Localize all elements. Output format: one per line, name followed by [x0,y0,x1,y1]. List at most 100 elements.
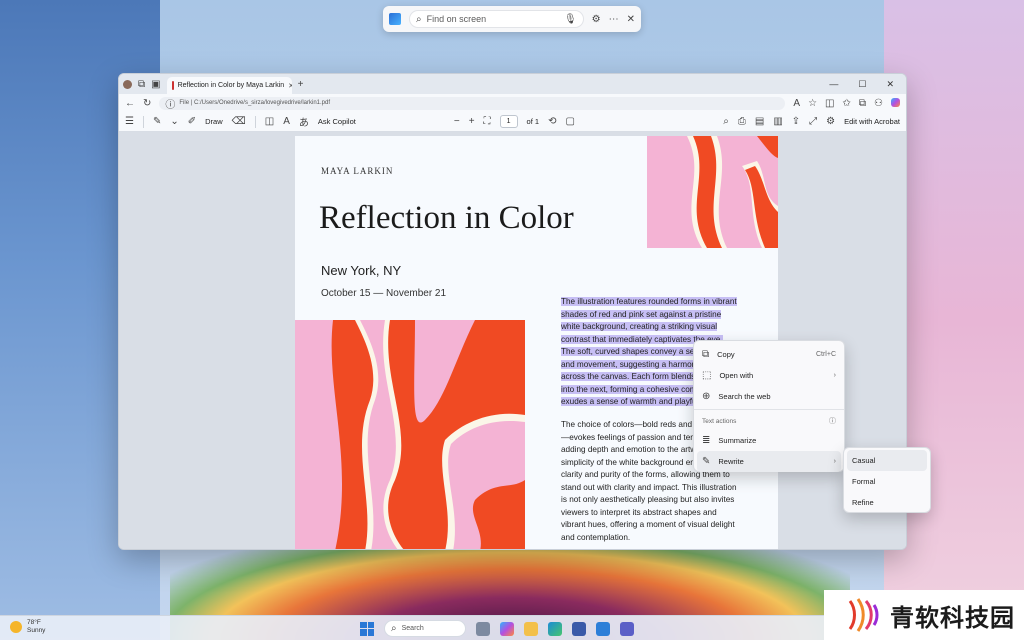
rewrite-submenu: Casual Formal Refine [843,447,931,513]
task-view-icon[interactable] [476,621,490,636]
extensions-icon[interactable]: ⚇ [874,98,883,109]
document-dates: October 15 — November 21 [321,288,447,299]
fullscreen-icon[interactable]: ⤢ [809,116,817,127]
maximize-icon[interactable]: ☐ [858,79,866,90]
summarize-icon: ≣ [702,435,711,446]
text-line: The illustration features rounded forms … [561,297,737,306]
settings-icon[interactable]: ⚙ [826,116,835,127]
watermark-text: 青软科技园 [890,603,1015,632]
save-icon[interactable]: ▤ [755,116,764,127]
copilot-icon[interactable] [891,97,900,107]
menu-item-label: Rewrite [718,457,744,466]
menu-section-header: Text actions ⓘ [694,412,844,430]
eraser-icon[interactable]: ⌫ [232,116,246,127]
page-view-icon[interactable]: ▢ [565,116,574,127]
text-line: viewers to interpret its abstract shapes… [561,507,717,517]
menu-item-rewrite[interactable]: ✎ Rewrite › [697,451,841,472]
draw-icon[interactable]: ✐ [188,116,196,127]
share-icon[interactable]: ⇪ [792,116,800,127]
settings-icon[interactable]: ⚙ [592,14,601,25]
rotate-icon[interactable]: ⟲ [548,116,556,127]
divider [254,115,256,128]
favorite-star-icon[interactable]: ☆ [808,98,817,109]
weather-widget[interactable]: 78°F Sunny [10,619,45,635]
watermark: 青软科技园 [824,590,1024,640]
context-menu: ⧉ Copy Ctrl+C ⬚ Open with › ⊕ Search the… [693,340,845,472]
zoom-out-icon[interactable]: − [454,116,460,127]
document-city: New York, NY [321,263,402,278]
sun-icon [10,621,22,633]
ask-copilot-button[interactable]: Ask Copilot [318,117,356,126]
print-icon[interactable]: ⎙ [738,116,746,127]
address-bar[interactable]: ⓘ File | C:/Users/Onedrive/s_sirza/loveg… [159,96,786,111]
close-icon[interactable]: ✕ [627,14,635,25]
menu-item-search-web[interactable]: ⊕ Search the web [694,386,844,407]
menu-item-label: Search the web [718,392,771,401]
translate-icon[interactable]: あ [299,114,309,129]
chevron-right-icon: › [833,458,836,465]
submenu-item-formal[interactable]: Formal [844,471,930,492]
info-icon[interactable]: ⓘ [829,416,836,426]
edit-with-acrobat-button[interactable]: Edit with Acrobat [844,117,900,126]
tab-active[interactable]: Reflection in Color by Maya Larkin ✕ [166,77,292,94]
store-icon[interactable] [572,621,586,636]
back-icon[interactable]: ← [125,98,135,109]
chevron-right-icon: › [833,372,836,379]
shortcut-label: Ctrl+C [815,351,836,358]
zoom-in-icon[interactable]: + [469,116,475,127]
collections-icon[interactable]: ⧉ [859,98,866,109]
taskbar-search[interactable]: ⌕ Search [384,620,466,637]
tab-close-icon[interactable]: ✕ [288,82,291,90]
artwork-top [647,136,778,248]
teams-icon[interactable] [620,621,634,636]
fit-page-icon[interactable]: ⛶ [484,116,491,127]
temperature: 78°F [27,619,41,626]
menu-item-copy[interactable]: ⧉ Copy Ctrl+C [694,344,844,365]
menu-item-open-with[interactable]: ⬚ Open with › [694,365,844,386]
read-aloud-icon[interactable]: A [283,116,290,127]
submenu-item-casual[interactable]: Casual [847,450,927,471]
submenu-item-refine[interactable]: Refine [844,492,930,513]
find-on-screen-input[interactable]: ⌕ Find on screen 🎙 [409,10,584,28]
tab-title: Reflection in Color by Maya Larkin [177,82,285,89]
menu-item-label: Copy [717,350,735,359]
search-icon[interactable]: ⌕ [723,116,729,127]
more-icon[interactable]: ⋯ [609,14,619,25]
workspaces-icon[interactable]: ⧉ [138,79,145,90]
chevron-down-icon[interactable]: ⌄ [170,116,178,127]
tab-actions-icon[interactable]: ▣ [151,79,160,90]
window-close-icon[interactable]: ✕ [886,79,894,90]
page-number-input[interactable]: 1 [499,115,518,128]
window-controls: — ☐ ✕ [829,79,902,90]
pdf-file-icon [171,81,174,90]
save-as-icon[interactable]: ▥ [773,116,782,127]
copilot-app-icon[interactable] [500,621,514,636]
refresh-icon[interactable]: ↻ [143,98,151,109]
highlight-icon[interactable]: ✎ [153,116,161,127]
profile-icon[interactable] [123,79,132,89]
windows-start-icon[interactable] [360,621,374,636]
microphone-icon[interactable]: 🎙 [564,14,577,25]
page-view-icon[interactable]: ◫ [265,116,274,127]
favorites-icon[interactable]: ✩ [843,98,851,109]
edge-icon[interactable] [548,621,562,636]
taskbar-apps: ⌕ Search [360,620,634,637]
mail-icon[interactable] [596,621,610,636]
minimize-icon[interactable]: — [829,79,838,90]
tab-strip: ⧉ ▣ Reflection in Color by Maya Larkin ✕… [119,74,906,94]
menu-item-summarize[interactable]: ≣ Summarize [694,430,844,451]
new-tab-icon[interactable]: + [298,79,304,90]
text-line: is not only aesthetically pleasing but a… [561,495,735,504]
read-aloud-icon[interactable]: A [793,98,800,109]
text-line: vibrant hues, offering a moment of visua… [561,520,735,529]
search-icon: ⌕ [416,13,422,25]
contents-icon[interactable]: ☰ [125,116,134,127]
file-explorer-icon[interactable] [524,621,538,636]
split-screen-icon[interactable]: ◫ [825,98,834,109]
rewrite-icon: ✎ [702,456,711,467]
find-app-icon [389,13,401,25]
info-icon[interactable]: ⓘ [165,96,175,111]
draw-button[interactable]: Draw [205,117,223,126]
browser-window: ⧉ ▣ Reflection in Color by Maya Larkin ✕… [118,73,907,550]
text-line: stand out with clarity and impact. This … [561,482,737,492]
